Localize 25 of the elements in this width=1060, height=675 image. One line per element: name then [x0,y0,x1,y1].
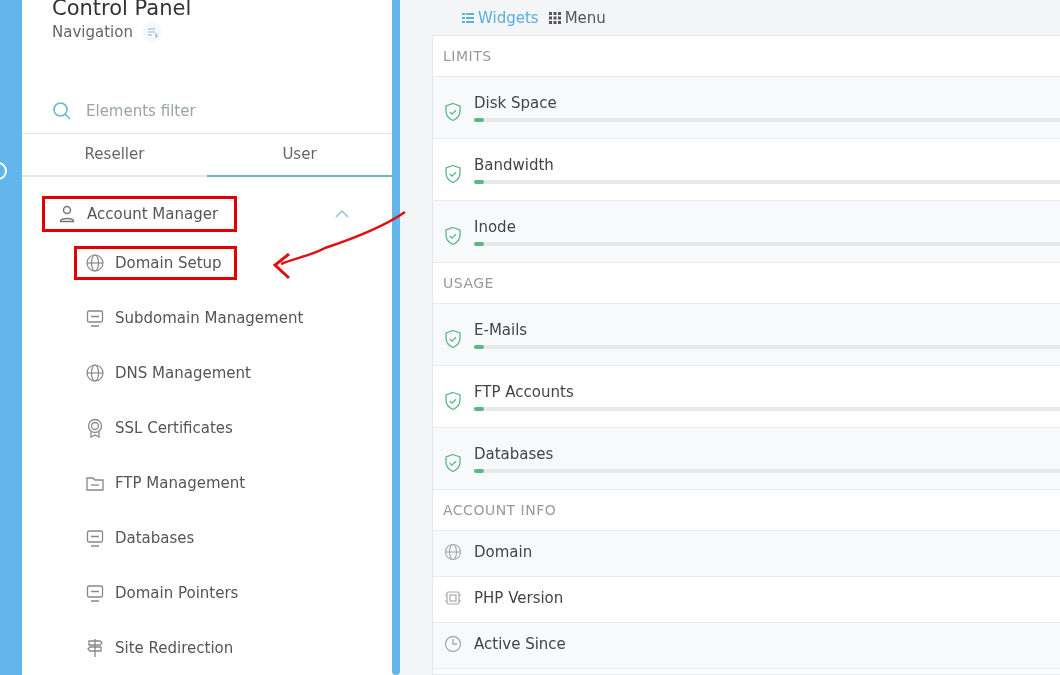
meter-label: Inode [474,217,517,236]
nav-item[interactable]: SSL Certificates [74,410,248,445]
section-heading: USAGE [443,275,494,291]
tab[interactable]: Reseller [22,133,207,177]
nav-item[interactable]: Databases [74,520,210,555]
meter-label: FTP Accounts [474,382,575,401]
nav-item[interactable]: Subdomain Management [74,300,319,335]
nav-item[interactable]: Site Redirection [74,630,249,665]
meter-label: Databases [474,444,555,463]
info-label: Active Since [474,635,566,653]
navigation-label: Navigation [52,23,133,41]
nav-item[interactable]: Domain Setup [74,245,237,280]
section-heading: ACCOUNT INFO [443,502,557,518]
info-label: PHP Version [474,589,564,607]
nav-item[interactable]: Account Manager [42,196,238,232]
section-heading: LIMITS [443,48,492,64]
info-label: Domain [474,543,533,561]
nav-item[interactable]: FTP Management [74,465,261,500]
meter-label: E-Mails [474,320,529,339]
view-toggle[interactable]: Menu [548,8,606,27]
meter-label: Disk Space [474,93,558,112]
meter-label: Bandwidth [474,155,555,174]
nav-item[interactable]: Domain Pointers [74,575,254,610]
filter-field[interactable]: Elements filter [84,100,338,121]
nav-item[interactable]: DNS Management [74,355,266,390]
